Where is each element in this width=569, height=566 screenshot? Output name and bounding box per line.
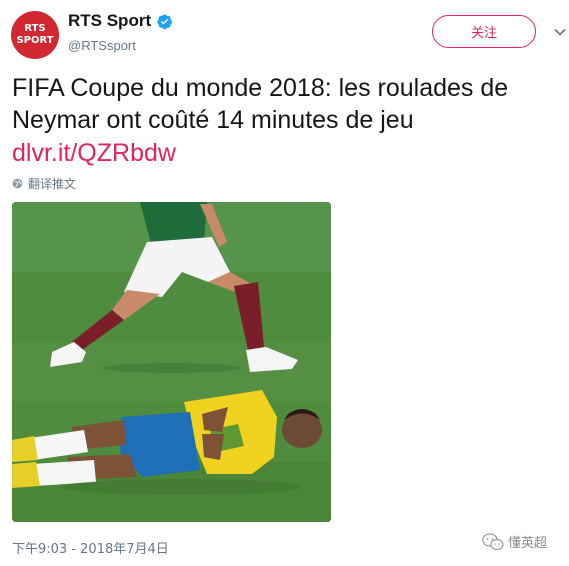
avatar-text-rts: RTS: [24, 23, 46, 34]
chevron-down-icon[interactable]: [554, 26, 566, 38]
avatar-text-sport: SPORT: [16, 35, 54, 46]
tweet-link[interactable]: dlvr.it/QZRbdw: [12, 137, 176, 169]
display-name[interactable]: RTS Sport: [68, 11, 151, 31]
tweet-timestamp[interactable]: 下午9:03 - 2018年7月4日: [12, 538, 169, 557]
wechat-icon: [482, 532, 504, 550]
tweet-card: RTS SPORT RTS Sport @RTSsport 关注 FIFA Co…: [0, 0, 569, 566]
photo-illustration: [12, 202, 331, 522]
globe-icon: [12, 178, 23, 189]
tweet-photo[interactable]: [12, 202, 331, 522]
tweet-text: FIFA Coupe du monde 2018: les roulades d…: [12, 74, 509, 134]
verified-badge-icon: [157, 13, 173, 29]
name-row: RTS Sport: [68, 11, 173, 31]
translate-tweet[interactable]: 翻译推文: [12, 175, 76, 192]
follow-button[interactable]: 关注: [432, 15, 536, 48]
avatar[interactable]: RTS SPORT: [11, 11, 59, 59]
watermark-label: 懂英超: [508, 536, 548, 551]
watermark: 懂英超: [482, 532, 547, 551]
account-handle[interactable]: @RTSsport: [68, 38, 136, 53]
translate-label: 翻译推文: [28, 177, 77, 191]
